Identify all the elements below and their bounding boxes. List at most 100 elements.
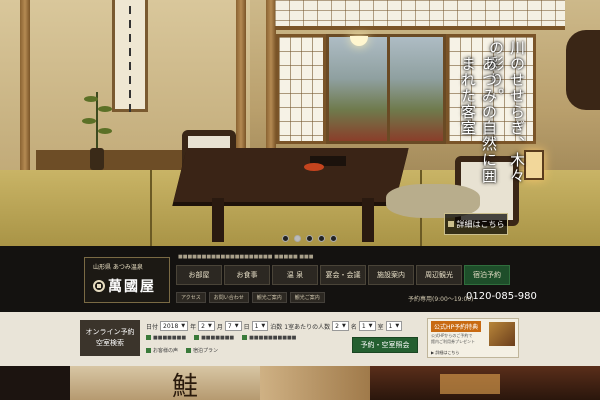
- adults-value: 1: [361, 322, 366, 330]
- checkbox-icon: [242, 335, 248, 340]
- reviews-link-label: お客様の声: [153, 348, 179, 354]
- logo-name: 萬國屋: [108, 279, 156, 295]
- plans-link-label: 宿泊プラン: [193, 348, 219, 354]
- site-logo[interactable]: 山形県 あつみ温泉 萬國屋: [84, 257, 170, 303]
- day-select[interactable]: 7 ▼: [224, 321, 242, 331]
- nav-onsen[interactable]: 温 泉: [272, 265, 318, 285]
- nights-select[interactable]: 1 ▼: [251, 321, 269, 331]
- year-value: 2018: [163, 322, 179, 330]
- low-table: [173, 148, 409, 202]
- slider-dot[interactable]: [330, 235, 337, 242]
- room-count-unit: 室: [377, 323, 384, 331]
- reviews-link[interactable]: お客様の声: [146, 347, 178, 354]
- reservation-links: お客様の声 宿泊プラン: [146, 347, 218, 354]
- chevron-down-icon: ▼: [341, 323, 346, 329]
- checkbox-icon: [194, 335, 200, 340]
- chevron-down-icon: ▼: [368, 323, 373, 329]
- promo-text: 公式HPからのご予約で 館内ご利用券プレゼント: [431, 333, 475, 345]
- day-value: 7: [227, 322, 232, 330]
- subnav-access[interactable]: アクセス: [176, 292, 206, 303]
- nav-sightseeing[interactable]: 周辺観光: [416, 265, 462, 285]
- promo-title: 公式HP予約特典: [431, 321, 482, 332]
- logo-subtitle: 山形県 あつみ温泉: [93, 264, 143, 271]
- reservation-option[interactable]: ■■■■■■■: [194, 335, 234, 341]
- checkbox-icon: [146, 335, 151, 340]
- shoji-screen: [276, 34, 326, 144]
- tea-cup: [304, 163, 324, 171]
- search-availability-button[interactable]: 予約・空室照会: [352, 337, 418, 353]
- subnav-contact[interactable]: お問い合わせ: [208, 292, 249, 303]
- reservation-option-label: ■■■■■■■■■■: [249, 335, 297, 341]
- preview-heading: 鮭: [172, 372, 199, 400]
- guests-value: 2: [335, 322, 339, 330]
- hero-copy-line: あつみの自然に囲まれた客室: [459, 56, 498, 184]
- room-count-value: 1: [388, 322, 393, 330]
- slider-dot[interactable]: [318, 235, 325, 242]
- main-nav: お部屋 お食事 温 泉 宴会・会議 施設案内 周辺観光 宿泊予約: [176, 265, 510, 285]
- room-count-select[interactable]: 1 ▼: [385, 321, 403, 331]
- nights-label: 泊数: [270, 323, 283, 331]
- tel-label: 予約専用(9:00～19:00): [408, 296, 474, 303]
- reservation-option[interactable]: ■■■■■■■: [146, 335, 186, 341]
- checkbox-icon: [146, 348, 151, 353]
- promo-banner[interactable]: 公式HP予約特典 公式HPからのご予約で 館内ご利用券プレゼント ▶ 詳細はこち…: [427, 318, 519, 358]
- month-unit: 月: [216, 323, 223, 331]
- reservation-options: ■■■■■■■ ■■■■■■■ ■■■■■■■■■■: [146, 335, 296, 341]
- square-bullet-icon: [447, 221, 454, 227]
- header-tagline: ■■■■■■■■■■■■■■■■■■■■ ■■■■■ ■■■: [178, 254, 314, 260]
- promo-link-label: 詳細はこちら: [435, 350, 460, 355]
- year-unit: 年: [190, 323, 197, 331]
- hero-slideshow: 川のせせらぎ、木々の彩り。 あつみの自然に囲まれた客室 詳細はこちら: [0, 0, 600, 246]
- reservation-title-line: オンライン予約: [85, 328, 135, 336]
- reservation-option-label: ■■■■■■■: [153, 335, 187, 341]
- reservation-option-label: ■■■■■■■: [201, 335, 235, 341]
- crest-icon: [93, 280, 105, 292]
- promo-text-line: 館内ご利用券プレゼント: [431, 339, 475, 344]
- year-select[interactable]: 2018 ▼: [160, 321, 189, 331]
- day-unit: 日: [243, 323, 250, 331]
- reservation-title: オンライン予約 空室検索: [80, 320, 140, 356]
- hero-copy: 川のせせらぎ、木々の彩り。 あつみの自然に囲まれた客室: [450, 40, 530, 190]
- wall-niche: [566, 30, 600, 110]
- reservation-form-row: 日付 2018 ▼ 年 2 ▼ 月 7 ▼ 日 1 ▼ 泊数 1室あたりの人数 2 ▼ 名…: [146, 321, 403, 331]
- preview-image: [260, 366, 370, 400]
- month-select[interactable]: 2 ▼: [198, 321, 215, 331]
- hero-detail-label: 詳細はこちら: [456, 219, 505, 229]
- guests-unit: 名: [350, 323, 357, 331]
- chevron-down-icon: ▼: [395, 323, 400, 329]
- reservation-title-line: 空室検索: [96, 339, 124, 347]
- window-view: [326, 34, 446, 144]
- guests-select[interactable]: 2 ▼: [332, 321, 349, 331]
- slider-dot-active[interactable]: [294, 235, 301, 242]
- nav-facilities[interactable]: 施設案内: [368, 265, 414, 285]
- promo-image: [489, 322, 515, 346]
- hanging-scroll: [112, 0, 148, 112]
- month-value: 2: [201, 322, 205, 330]
- chevron-down-icon: ▼: [208, 323, 212, 329]
- flower-arrangement-image: [82, 82, 112, 170]
- adults-select[interactable]: 1 ▼: [358, 321, 376, 331]
- shoji-transom: [275, 0, 565, 30]
- rooms-label: 1室あたりの人数: [284, 323, 331, 331]
- checkbox-icon: [186, 348, 192, 353]
- chevron-down-icon: ▼: [261, 323, 266, 329]
- chevron-down-icon: ▼: [234, 323, 239, 329]
- nav-reservation[interactable]: 宿泊予約: [464, 265, 510, 285]
- hero-detail-button[interactable]: 詳細はこちら: [444, 213, 508, 235]
- nav-banquet[interactable]: 宴会・会議: [320, 265, 366, 285]
- slider-dot[interactable]: [282, 235, 289, 242]
- subnav-guide-1[interactable]: 観光ご案内: [251, 292, 287, 303]
- promo-link[interactable]: ▶ 詳細はこちら: [431, 350, 459, 356]
- nav-dining[interactable]: お食事: [224, 265, 270, 285]
- slider-dot[interactable]: [306, 235, 313, 242]
- date-label: 日付: [146, 323, 159, 331]
- subnav-guide-2[interactable]: 観光ご案内: [289, 292, 325, 303]
- hero-copy-line: 川のせせらぎ、木々の彩り。: [487, 40, 526, 184]
- chevron-down-icon: ▼: [181, 323, 186, 329]
- sub-nav: アクセス お問い合わせ 観光ご案内 観光ご案内: [176, 292, 325, 303]
- tel-number[interactable]: 0120-085-980: [466, 291, 537, 302]
- reservation-option[interactable]: ■■■■■■■■■■: [242, 335, 296, 341]
- plans-link[interactable]: 宿泊プラン: [186, 347, 218, 354]
- slider-dots: [282, 235, 337, 242]
- nav-rooms[interactable]: お部屋: [176, 265, 222, 285]
